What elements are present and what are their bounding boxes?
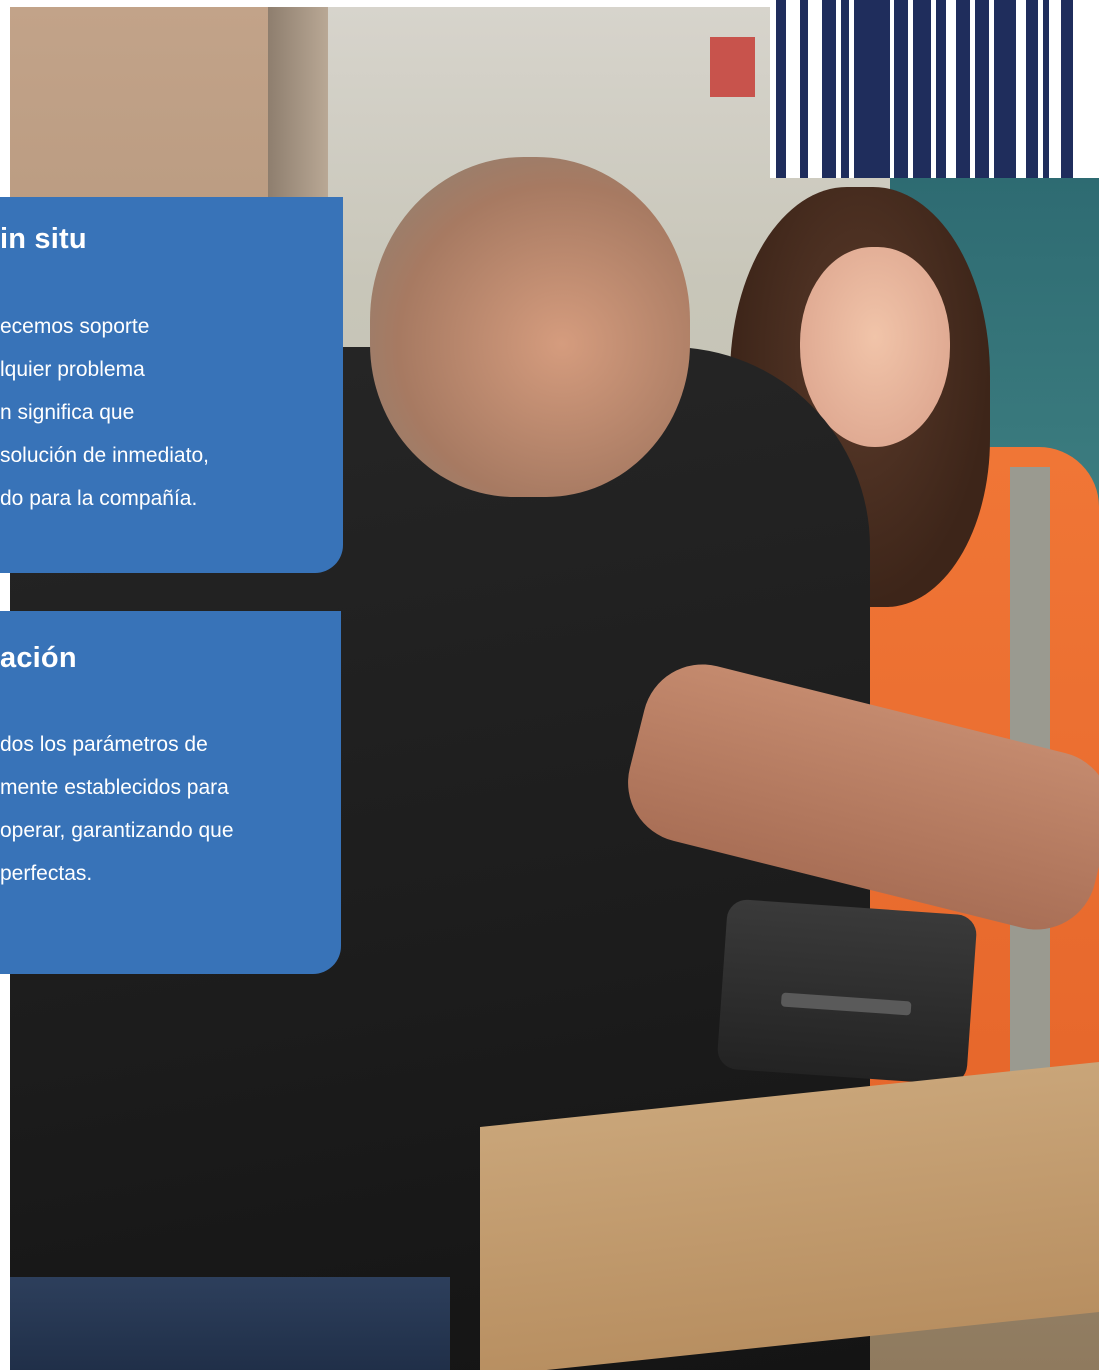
page: in situ ecemos soporte lquier problema n… [0,0,1099,1370]
photo-man-head [370,157,690,497]
barcode-gap [1016,0,1026,178]
barcode-bar [913,0,931,178]
barcode-bar [854,0,890,178]
panel-body-line: ecemos soporte [0,315,150,338]
panel-body-line: mente establecidos para [0,776,229,799]
panel-body: ecemos soporte lquier problema n signifi… [0,305,209,520]
panel-title: in situ [0,223,87,255]
barcode-bar [800,0,808,178]
panel-body-line: n significa que [0,401,135,424]
barcode-bar [956,0,970,178]
info-panel-support: in situ ecemos soporte lquier problema n… [0,197,343,573]
photo-sign [710,37,755,97]
barcode-bar [894,0,908,178]
panel-body-line: operar, garantizando que [0,819,234,842]
barcode-gap [786,0,800,178]
barcode-gap [808,0,822,178]
panel-body-line: lquier problema [0,358,145,381]
panel-title: ación [0,642,77,674]
panel-body-line: dos los parámetros de [0,733,208,756]
barcode-bar [994,0,1016,178]
barcode-bar [975,0,989,178]
barcode-bar [841,0,849,178]
barcode-bar [822,0,836,178]
barcode-graphic [770,0,1099,178]
panel-body: dos los parámetros de mente establecidos… [0,723,234,895]
barcode-gap [1049,0,1061,178]
barcode-bar [936,0,946,178]
info-panel-configuration: ación dos los parámetros de mente establ… [0,611,341,974]
panel-body-line: do para la compañía. [0,487,198,510]
photo-printer-slot [780,992,912,1016]
photo-jeans [10,1277,450,1370]
photo-mobile-printer [716,898,978,1086]
barcode-bar [776,0,786,178]
panel-body-line: solución de inmediato, [0,444,209,467]
panel-body-line: perfectas. [0,862,93,885]
barcode-gap [946,0,956,178]
barcode-bar [1026,0,1038,178]
barcode-bar [1061,0,1073,178]
